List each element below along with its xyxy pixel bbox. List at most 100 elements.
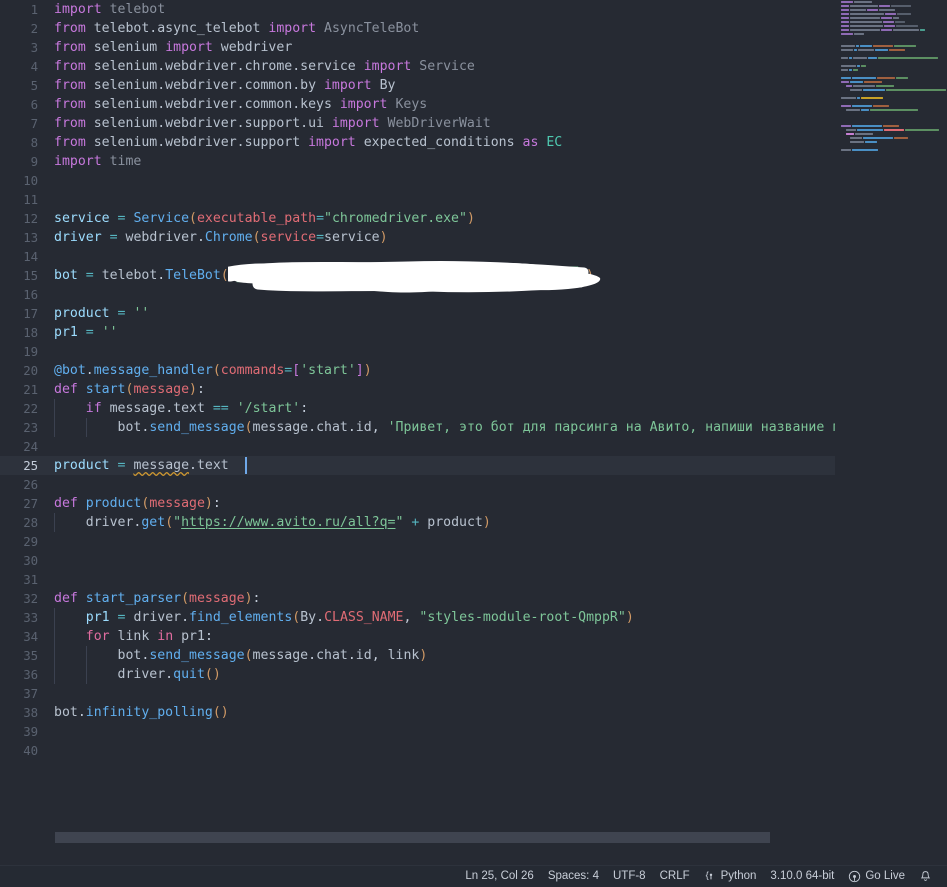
status-go-live[interactable]: Go Live <box>841 866 912 887</box>
code-line[interactable]: 6 from selenium.webdriver.common.keys im… <box>0 95 947 114</box>
line-number: 37 <box>23 686 38 701</box>
line-content: def product(message): <box>54 496 221 511</box>
code-line[interactable]: 37 <box>0 684 947 703</box>
code-line[interactable]: 12 service = Service(executable_path="ch… <box>0 209 947 228</box>
line-number: 8 <box>30 135 38 150</box>
eol-label: CRLF <box>659 870 690 882</box>
line-number: 13 <box>23 230 38 245</box>
line-number: 12 <box>23 211 38 226</box>
status-indentation[interactable]: Spaces: 4 <box>541 866 606 887</box>
line-content: bot = telebot.TeleBot("█████████████████… <box>54 268 594 283</box>
line-number: 35 <box>23 648 38 663</box>
status-interpreter[interactable]: 3.10.0 64-bit <box>763 866 841 887</box>
status-cursor-position[interactable]: Ln 25, Col 26 <box>458 866 540 887</box>
code-line-active[interactable]: 25 product = message.text <box>0 456 838 475</box>
code-line[interactable]: 11 <box>0 190 947 209</box>
code-line[interactable]: 33 pr1 = driver.find_elements(By.CLASS_N… <box>0 608 947 627</box>
horizontal-scrollbar[interactable] <box>0 828 835 847</box>
line-number: 9 <box>30 154 38 169</box>
code-line[interactable]: 16 <box>0 285 947 304</box>
line-number: 33 <box>23 610 38 625</box>
code-line[interactable]: 26 <box>0 475 947 494</box>
python-brackets-icon <box>704 870 717 883</box>
code-line[interactable]: 20 @bot.message_handler(commands=['start… <box>0 361 947 380</box>
line-number: 6 <box>30 97 38 112</box>
line-number: 21 <box>23 382 38 397</box>
code-line[interactable]: 1 import telebot <box>0 0 947 19</box>
minimap-line <box>835 148 947 152</box>
code-line[interactable]: 5 from selenium.webdriver.common.by impo… <box>0 76 947 95</box>
code-surface[interactable]: 1 import telebot 2 from telebot.async_te… <box>0 0 947 847</box>
line-number: 39 <box>23 724 38 739</box>
code-line[interactable]: 39 <box>0 722 947 741</box>
code-line[interactable]: 30 <box>0 551 947 570</box>
status-language-mode[interactable]: Python <box>697 866 764 887</box>
code-line[interactable]: 2 from telebot.async_telebot import Asyn… <box>0 19 947 38</box>
interpreter-label: 3.10.0 64-bit <box>770 870 835 882</box>
code-line[interactable]: 19 <box>0 342 947 361</box>
url-link[interactable]: https://www.avito.ru/all?q= <box>181 515 395 530</box>
status-encoding[interactable]: UTF-8 <box>606 866 653 887</box>
code-line[interactable]: 3 from selenium import webdriver <box>0 38 947 57</box>
line-content: def start_parser(message): <box>54 591 261 606</box>
code-line[interactable]: 4 from selenium.webdriver.chrome.service… <box>0 57 947 76</box>
code-line[interactable]: 31 <box>0 570 947 589</box>
code-line[interactable]: 17 product = '' <box>0 304 947 323</box>
code-line[interactable]: 28 driver.get("https://www.avito.ru/all?… <box>0 513 947 532</box>
line-content: from selenium import webdriver <box>54 40 293 55</box>
line-number: 10 <box>23 173 38 188</box>
line-number: 24 <box>23 439 38 454</box>
line-number: 23 <box>23 420 38 435</box>
line-content: product = '' <box>54 306 150 321</box>
line-content: bot.send_message(message.chat.id, link) <box>117 648 428 663</box>
line-content: for link in pr1: <box>85 629 213 644</box>
code-editor[interactable]: 1 import telebot 2 from telebot.async_te… <box>0 0 947 865</box>
indentation-label: Spaces: 4 <box>547 870 599 882</box>
code-line[interactable]: 35 bot.send_message(message.chat.id, lin… <box>0 646 947 665</box>
line-number: 3 <box>30 40 38 55</box>
code-line[interactable]: 36 driver.quit() <box>0 665 947 684</box>
line-number-active: 25 <box>23 458 38 473</box>
line-number: 1 <box>30 2 38 17</box>
code-line[interactable]: 14 <box>0 247 947 266</box>
line-number: 17 <box>23 306 38 321</box>
line-number: 11 <box>23 192 38 207</box>
line-number: 30 <box>23 553 38 568</box>
status-notifications[interactable] <box>912 866 939 887</box>
code-line[interactable]: 15 bot = telebot.TeleBot("██████████████… <box>0 266 947 285</box>
status-bar: Ln 25, Col 26 Spaces: 4 UTF-8 CRLF Pytho… <box>0 865 947 887</box>
horizontal-scrollbar-thumb[interactable] <box>55 832 770 843</box>
vscode-window: 1 import telebot 2 from telebot.async_te… <box>0 0 947 887</box>
line-content: from selenium.webdriver.common.by import… <box>54 78 396 93</box>
minimap[interactable] <box>835 0 947 847</box>
squiggly-warning-token: message <box>133 458 190 473</box>
code-line[interactable]: 40 <box>0 741 947 760</box>
line-content: pr1 = '' <box>54 325 118 340</box>
code-line[interactable]: 29 <box>0 532 947 551</box>
code-line[interactable]: 23 bot.send_message(message.chat.id, 'Пр… <box>0 418 947 437</box>
code-line[interactable]: 13 driver = webdriver.Chrome(service=ser… <box>0 228 947 247</box>
code-line[interactable]: 27 def product(message): <box>0 494 947 513</box>
code-line[interactable]: 38 bot.infinity_polling() <box>0 703 947 722</box>
code-line[interactable]: 21 def start(message): <box>0 380 947 399</box>
line-number: 4 <box>30 59 38 74</box>
code-line[interactable]: 7 from selenium.webdriver.support.ui imp… <box>0 114 947 133</box>
status-eol[interactable]: CRLF <box>653 866 697 887</box>
line-content: from telebot.async_telebot import AsyncT… <box>54 21 420 36</box>
code-line[interactable]: 32 def start_parser(message): <box>0 589 947 608</box>
code-line[interactable]: 24 <box>0 437 947 456</box>
line-number: 27 <box>23 496 38 511</box>
line-number: 28 <box>23 515 38 530</box>
code-line[interactable]: 9 import time <box>0 152 947 171</box>
go-live-label: Go Live <box>865 870 905 882</box>
code-line[interactable]: 18 pr1 = '' <box>0 323 947 342</box>
code-line[interactable]: 22 if message.text == '/start': <box>0 399 947 418</box>
line-number: 34 <box>23 629 38 644</box>
line-content: from selenium.webdriver.chrome.service i… <box>54 59 475 74</box>
line-number: 19 <box>23 344 38 359</box>
line-number: 16 <box>23 287 38 302</box>
code-line[interactable]: 34 for link in pr1: <box>0 627 947 646</box>
code-line[interactable]: 10 <box>0 171 947 190</box>
code-line[interactable]: 8 from selenium.webdriver.support import… <box>0 133 947 152</box>
line-content: from selenium.webdriver.common.keys impo… <box>54 97 428 112</box>
